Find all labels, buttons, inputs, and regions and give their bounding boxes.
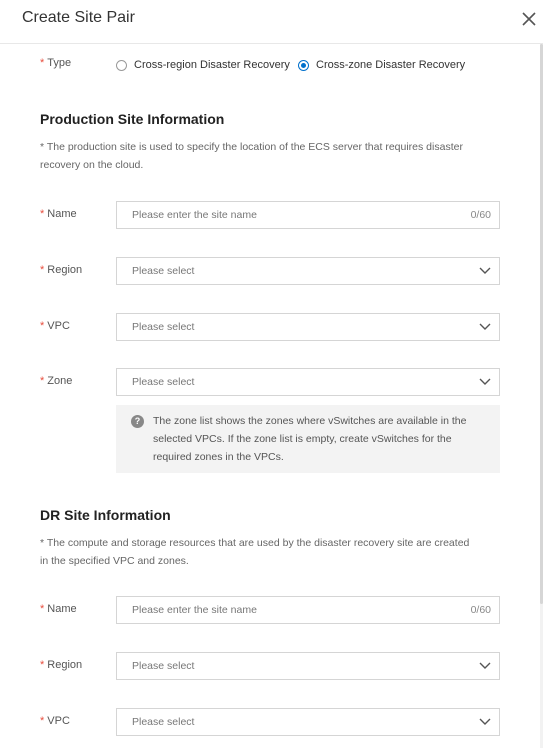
dr-vpc-select[interactable]: Please select bbox=[116, 708, 500, 736]
dialog-title: Create Site Pair bbox=[22, 9, 135, 26]
zone-info-box: ? The zone list shows the zones where vS… bbox=[116, 405, 500, 473]
production-vpc-label: * VPC bbox=[40, 320, 70, 332]
production-region-label: * Region bbox=[40, 264, 83, 276]
dr-name-input[interactable] bbox=[117, 597, 462, 623]
production-zone-label: * Zone bbox=[40, 375, 73, 387]
dr-name-label: * Name bbox=[40, 603, 77, 615]
dr-vpc-label: * VPC bbox=[40, 715, 70, 727]
production-name-input[interactable] bbox=[117, 202, 462, 228]
chevron-down-icon bbox=[479, 718, 491, 725]
radio-unchecked-icon bbox=[116, 59, 127, 71]
type-label: * Type bbox=[40, 57, 72, 69]
production-zone-select[interactable]: Please select bbox=[116, 368, 500, 396]
dr-name-field[interactable]: 0/60 bbox=[116, 596, 500, 624]
zone-info-text: The zone list shows the zones where vSwi… bbox=[153, 415, 467, 463]
select-placeholder: Please select bbox=[132, 321, 195, 333]
dr-description: * The compute and storage resources that… bbox=[40, 537, 470, 567]
question-icon: ? bbox=[131, 415, 144, 428]
select-placeholder: Please select bbox=[132, 660, 195, 672]
radio-label: Cross-region Disaster Recovery bbox=[134, 59, 290, 71]
char-counter: 0/60 bbox=[470, 209, 491, 221]
close-icon[interactable] bbox=[520, 10, 538, 28]
select-placeholder: Please select bbox=[132, 716, 195, 728]
production-name-label: * Name bbox=[40, 208, 77, 220]
radio-label: Cross-zone Disaster Recovery bbox=[316, 59, 466, 71]
dr-region-select[interactable]: Please select bbox=[116, 652, 500, 680]
dr-section-title: DR Site Information bbox=[40, 507, 171, 523]
required-mark: * bbox=[40, 57, 45, 69]
chevron-down-icon bbox=[479, 267, 491, 274]
radio-cross-region[interactable]: Cross-region Disaster Recovery bbox=[116, 59, 290, 71]
dialog-header: Create Site Pair bbox=[0, 0, 543, 44]
select-placeholder: Please select bbox=[132, 265, 195, 277]
production-description: * The production site is used to specify… bbox=[40, 141, 463, 171]
production-section-title: Production Site Information bbox=[40, 111, 225, 127]
dr-region-label: * Region bbox=[40, 659, 83, 671]
radio-cross-zone[interactable]: Cross-zone Disaster Recovery bbox=[298, 59, 465, 71]
chevron-down-icon bbox=[479, 323, 491, 330]
char-counter: 0/60 bbox=[470, 604, 491, 616]
production-name-field[interactable]: 0/60 bbox=[116, 201, 500, 229]
production-region-select[interactable]: Please select bbox=[116, 257, 500, 285]
production-vpc-select[interactable]: Please select bbox=[116, 313, 500, 341]
chevron-down-icon bbox=[479, 378, 491, 385]
radio-checked-icon bbox=[298, 59, 309, 71]
select-placeholder: Please select bbox=[132, 376, 195, 388]
chevron-down-icon bbox=[479, 662, 491, 669]
